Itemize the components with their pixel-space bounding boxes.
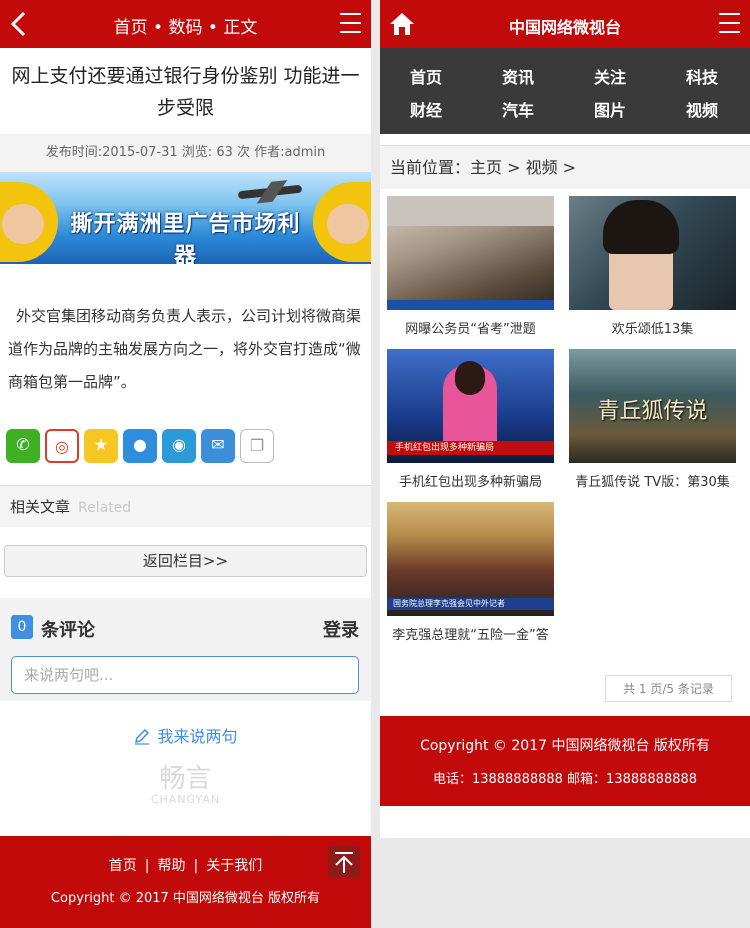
footer-link-about[interactable]: 关于我们 xyxy=(206,858,262,874)
nav-item-focus[interactable]: 关注 xyxy=(564,64,656,87)
thumbnail-overlay-text: 手机红包出现多种新骗局 xyxy=(387,441,554,455)
video-card[interactable]: 手机红包出现多种新骗局 手机红包出现多种新骗局 xyxy=(387,349,554,502)
nav-item-pictures[interactable]: 图片 xyxy=(564,97,656,120)
comment-input[interactable]: 来说两句吧... xyxy=(11,656,359,694)
weibo-icon[interactable]: ◎ xyxy=(45,429,79,463)
copy-icon[interactable]: ❐ xyxy=(240,429,274,463)
back-to-top-icon[interactable] xyxy=(328,846,360,878)
pagination-info: 共 1 页/5 条记录 xyxy=(605,675,732,702)
footer-link-help[interactable]: 帮助 xyxy=(158,858,186,874)
article-body: 外交官集团移动商务负责人表示，公司计划将微商渠道作为品牌的主轴发展方向之一，将外… xyxy=(8,307,362,391)
site-title: 中国网络微视台 xyxy=(508,18,621,37)
video-card[interactable]: 网曝公务员“省考”泄题 xyxy=(387,196,554,349)
mail-icon[interactable]: ✉ xyxy=(201,429,235,463)
video-thumbnail[interactable] xyxy=(387,196,554,310)
article-meta: 发布时间:2015-07-31 浏览: 63 次 作者:admin xyxy=(0,134,371,172)
footer-copyright: Copyright © 2017 中国网络微视台 版权所有 xyxy=(420,738,710,754)
article-page: 首页 • 数码 • 正文 网上支付还要通过银行身份鉴别 功能进一步受限 发布时间… xyxy=(0,0,371,928)
changyan-logo: 畅言 CHANGYAN xyxy=(150,764,221,806)
video-caption[interactable]: 青丘狐传说 TV版：第30集 xyxy=(569,463,736,502)
breadcrumb: 当前位置：主页 > 视频 > xyxy=(380,145,750,189)
article-title: 网上支付还要通过银行身份鉴别 功能进一步受限 xyxy=(11,65,360,119)
nav-item-home[interactable]: 首页 xyxy=(380,64,472,87)
related-label-en: Related xyxy=(78,500,132,516)
share-bar: ✆ ◎ ★ ● ◉ ✉ ❐ xyxy=(0,429,371,469)
thumbnail-overlay-text: 国务院总理李克强会见中外记者 xyxy=(387,598,554,610)
nav-item-finance[interactable]: 财经 xyxy=(380,97,472,120)
thumbnail-overlay-text: 青丘狐传说 xyxy=(597,399,708,424)
back-to-column-button[interactable]: 返回栏目>> xyxy=(4,545,367,577)
footer-copyright: Copyright © 2017 中国网络微视台 版权所有 xyxy=(50,891,321,906)
video-thumbnail[interactable]: 青丘狐传说 xyxy=(569,349,736,463)
nav-item-news[interactable]: 资讯 xyxy=(472,64,564,87)
ad-banner[interactable]: 撕开满洲里广告市场利器 xyxy=(0,172,371,264)
video-thumbnail[interactable]: 手机红包出现多种新骗局 xyxy=(387,349,554,463)
comment-section: 0 条评论 登录 来说两句吧... xyxy=(0,598,371,701)
video-thumbnail[interactable] xyxy=(569,196,736,310)
nav-item-video[interactable]: 视频 xyxy=(656,97,748,120)
video-thumbnail[interactable]: 国务院总理李克强会见中外记者 xyxy=(387,502,554,616)
write-comment-label: 我来说两句 xyxy=(157,727,238,746)
menu-icon[interactable] xyxy=(340,13,361,35)
login-link[interactable]: 登录 xyxy=(323,616,359,642)
comment-label: 条评论 xyxy=(41,620,95,641)
nav-item-auto[interactable]: 汽车 xyxy=(472,97,564,120)
video-grid: 网曝公务员“省考”泄题 欢乐颂低13集 手机红包出现多种新骗局 手机红包出现多种… xyxy=(387,196,743,655)
video-caption[interactable]: 手机红包出现多种新骗局 xyxy=(387,463,554,502)
site-header: 中国网络微视台 xyxy=(380,0,750,48)
related-label: 相关文章 xyxy=(10,498,71,516)
write-comment-link[interactable]: 我来说两句 xyxy=(0,723,371,747)
video-card[interactable]: 国务院总理李克强会见中外记者 李克强总理就“五险一金”答 xyxy=(387,502,554,655)
comment-count-badge: 0 xyxy=(11,615,33,639)
footer-link-home[interactable]: 首页 xyxy=(109,858,137,874)
video-card[interactable]: 青丘狐传说 青丘狐传说 TV版：第30集 xyxy=(569,349,736,502)
site-footer: Copyright © 2017 中国网络微视台 版权所有 电话：1388888… xyxy=(380,716,750,806)
breadcrumb-title: 首页 • 数码 • 正文 xyxy=(113,18,258,38)
article-header: 首页 • 数码 • 正文 xyxy=(0,0,371,48)
video-caption[interactable]: 网曝公务员“省考”泄题 xyxy=(387,310,554,349)
qzone-icon[interactable]: ★ xyxy=(84,429,118,463)
qq-icon[interactable]: ● xyxy=(123,429,157,463)
related-articles-header: 相关文章 Related xyxy=(0,485,371,527)
wechat-icon[interactable]: ✆ xyxy=(6,429,40,463)
nav-item-tech[interactable]: 科技 xyxy=(656,64,748,87)
footer-links: 首页 | 帮助 | 关于我们 xyxy=(108,858,263,874)
banner-slogan: 撕开满洲里广告市场利器 xyxy=(70,212,301,264)
video-list-page: 中国网络微视台 首页 资讯 关注 科技 财经 汽车 图片 视频 当前位置：主页 … xyxy=(380,0,750,838)
video-caption[interactable]: 欢乐颂低13集 xyxy=(569,310,736,349)
tencent-weibo-icon[interactable]: ◉ xyxy=(162,429,196,463)
menu-icon[interactable] xyxy=(719,13,740,35)
video-card[interactable]: 欢乐颂低13集 xyxy=(569,196,736,349)
airplane-icon xyxy=(237,184,303,200)
footer-contact: 电话：13888888888 邮箱：13888888888 xyxy=(432,772,698,787)
article-footer: 首页 | 帮助 | 关于我们 Copyright © 2017 中国网络微视台 版权所有 xyxy=(0,836,371,928)
video-caption[interactable]: 李克强总理就“五险一金”答 xyxy=(387,616,554,655)
category-nav: 首页 资讯 关注 科技 财经 汽车 图片 视频 xyxy=(380,48,750,134)
pencil-icon xyxy=(135,728,150,745)
